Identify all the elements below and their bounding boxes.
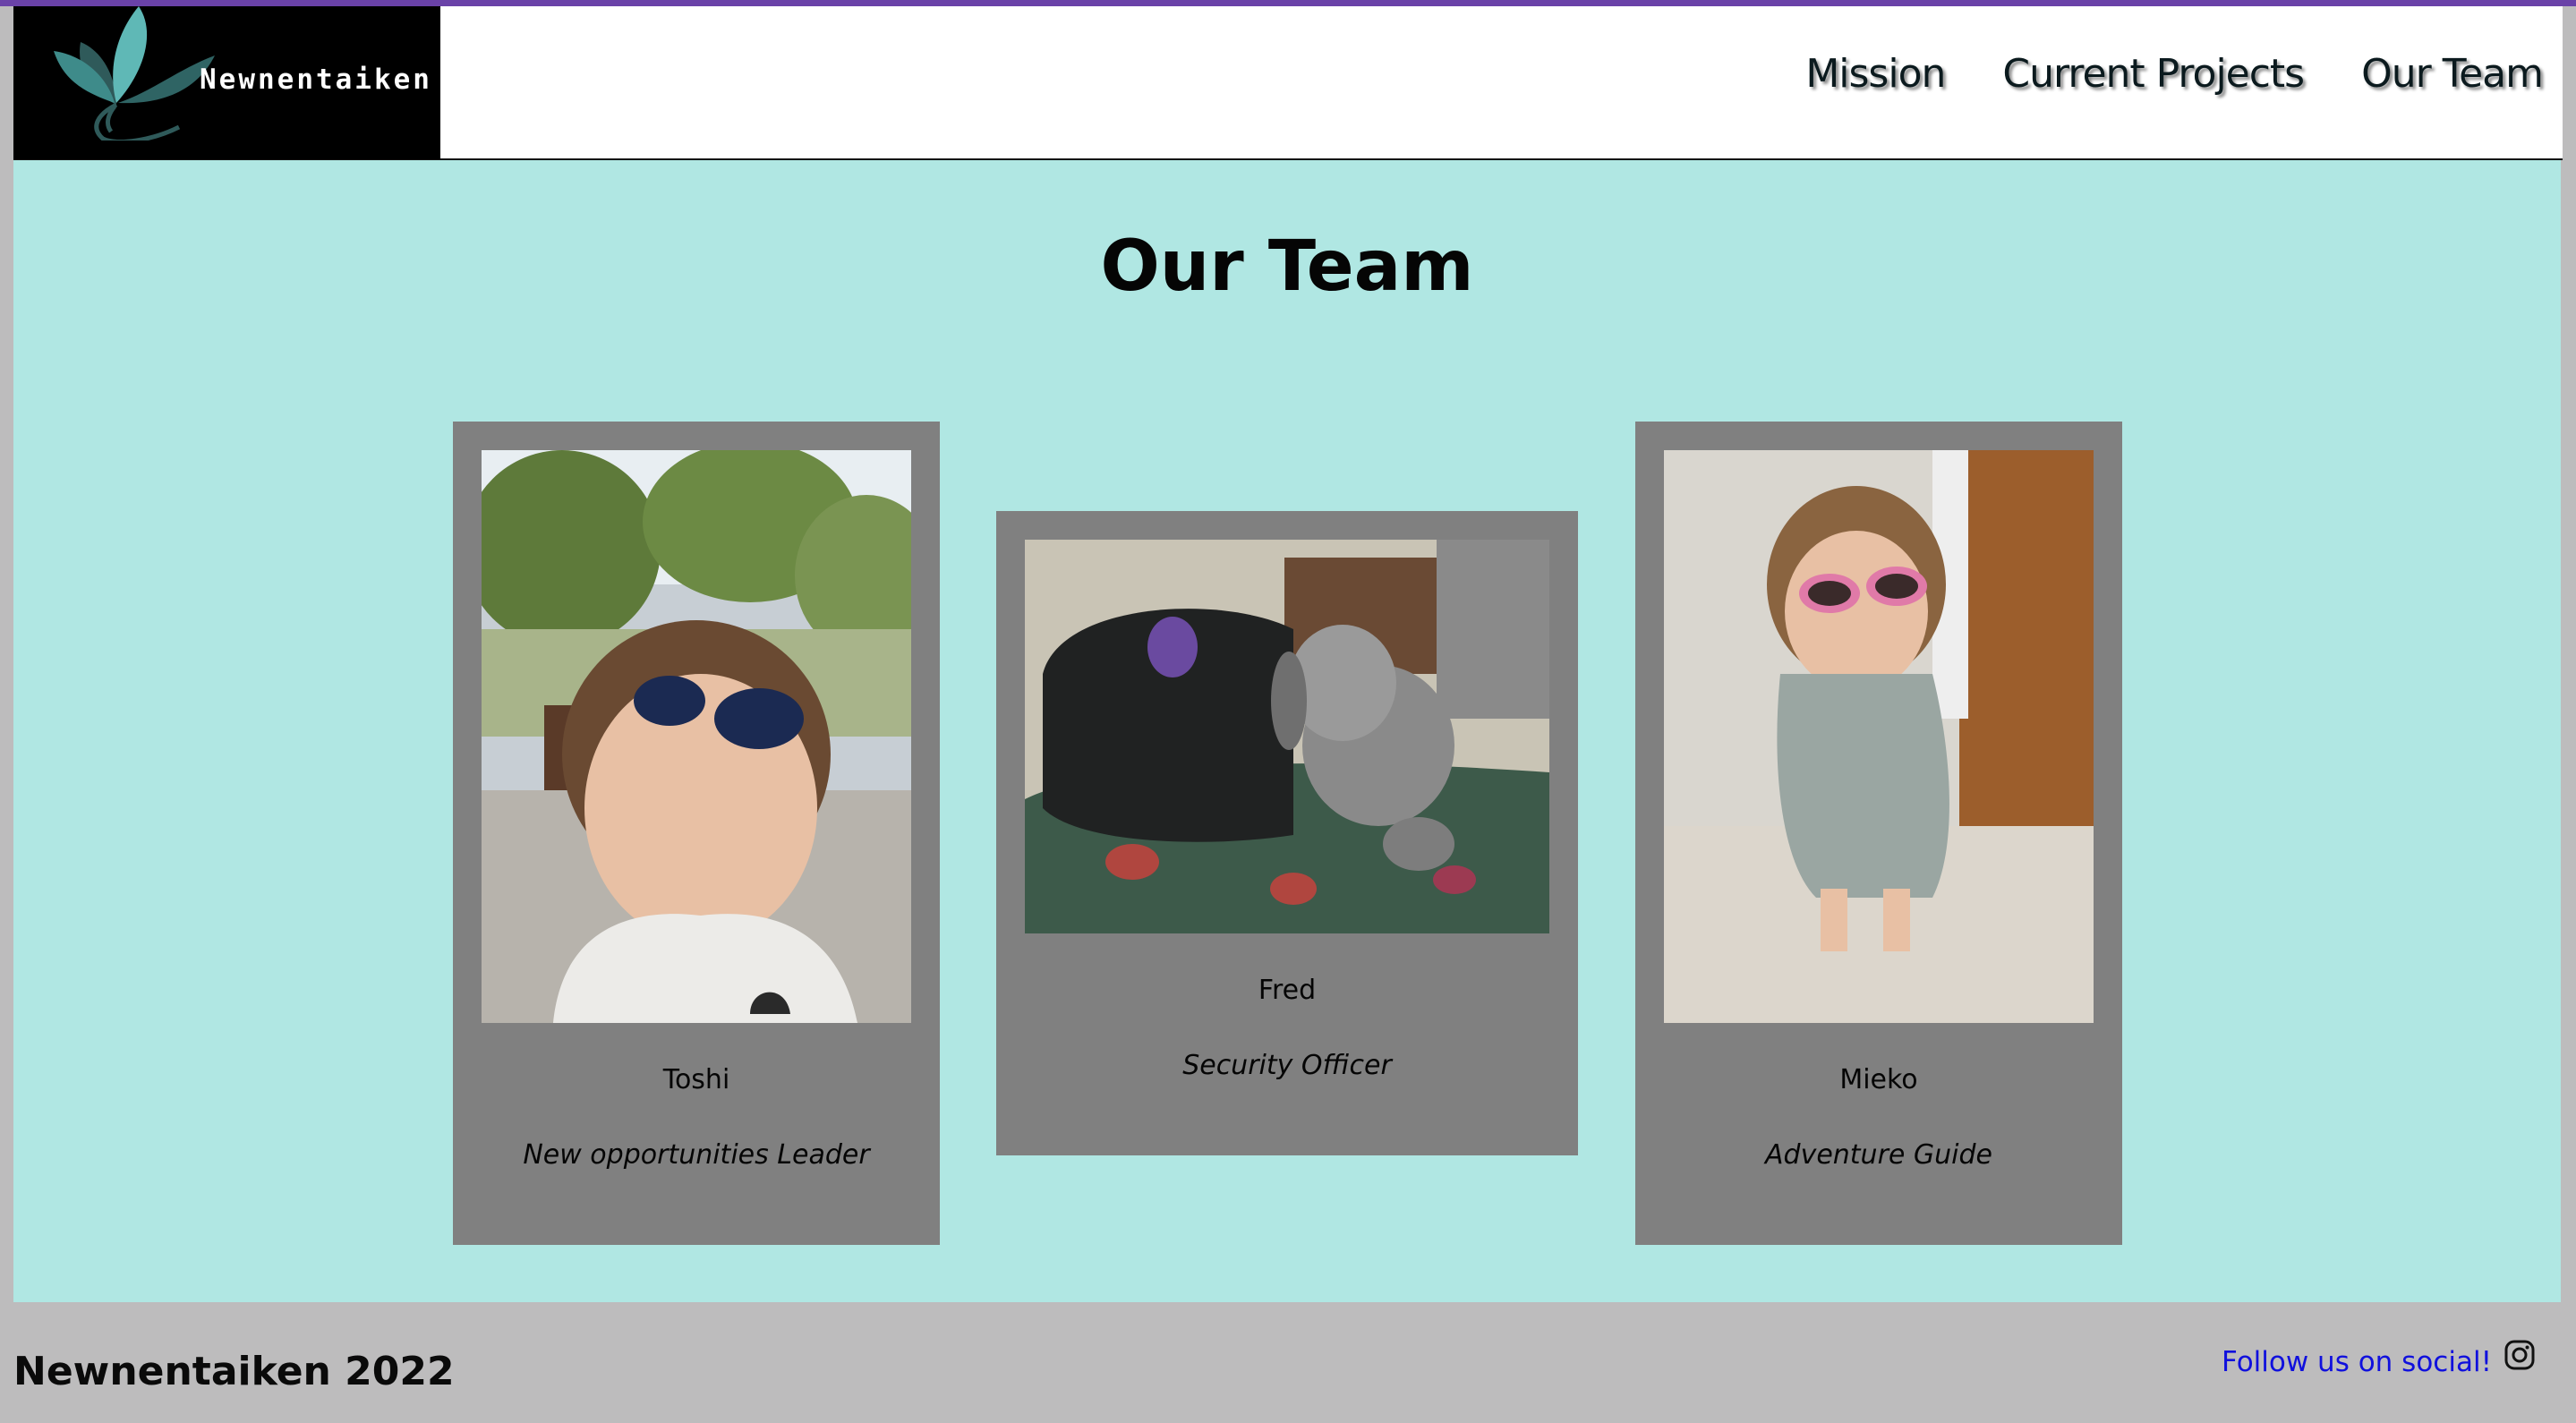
- logo[interactable]: Newnentaiken: [13, 6, 440, 159]
- team-name-mieko: Mieko: [1839, 1064, 1918, 1095]
- team-name-toshi: Toshi: [662, 1064, 730, 1095]
- main-content: Our Team Toshi New opportunities Leader …: [13, 160, 2561, 1302]
- team-photo-toshi: [482, 450, 911, 1023]
- site-header: Newnentaiken Mission Current Projects Ou…: [13, 6, 2563, 160]
- team-card-toshi: Toshi New opportunities Leader: [453, 422, 940, 1245]
- logo-text: Newnentaiken: [200, 64, 432, 96]
- team-photo-fred: [1025, 540, 1549, 933]
- top-accent-bar: [0, 0, 2576, 6]
- nav-link-our-team[interactable]: Our Team: [2361, 51, 2544, 97]
- team-card-mieko: Mieko Adventure Guide: [1635, 422, 2122, 1245]
- team-card-fred: Fred Security Officer: [996, 511, 1578, 1155]
- social-link[interactable]: Follow us on social!: [2222, 1346, 2492, 1378]
- instagram-icon[interactable]: [2504, 1340, 2535, 1374]
- team-role-toshi: New opportunities Leader: [523, 1139, 870, 1171]
- page-title: Our Team: [1100, 226, 1474, 307]
- team-photo-mieko: [1664, 450, 2094, 1023]
- main-nav: Mission Current Projects Our Team: [1805, 51, 2544, 97]
- nav-link-mission[interactable]: Mission: [1805, 51, 1946, 97]
- team-role-fred: Security Officer: [1182, 1050, 1392, 1081]
- footer-brand: Newnentaiken 2022: [13, 1349, 455, 1394]
- nav-link-current-projects[interactable]: Current Projects: [2002, 51, 2305, 97]
- footer-social: Follow us on social!: [2222, 1335, 2535, 1378]
- team-name-fred: Fred: [1258, 975, 1317, 1006]
- team-role-mieko: Adventure Guide: [1765, 1139, 1992, 1171]
